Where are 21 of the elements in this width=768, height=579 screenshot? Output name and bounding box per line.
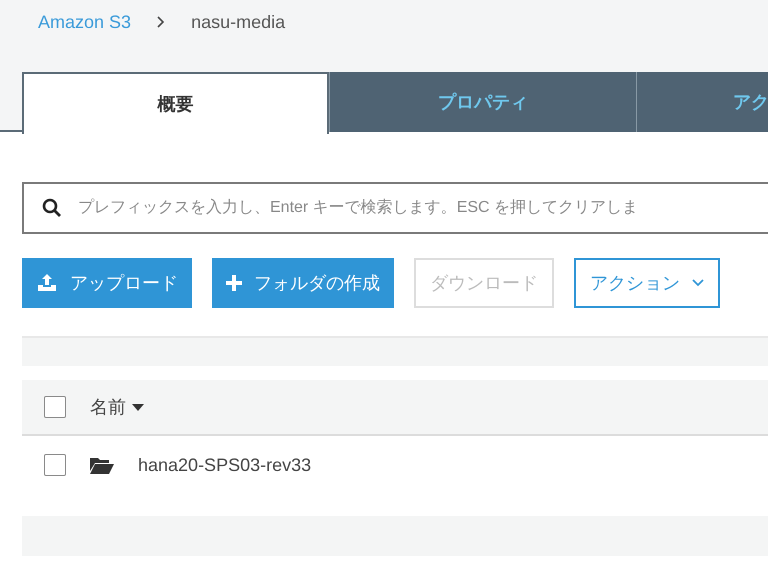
tab[interactable]: プロパティ xyxy=(329,72,636,132)
sort-column-header[interactable]: 名前 xyxy=(90,394,144,420)
plus-icon xyxy=(226,275,242,291)
action-button[interactable]: アップロード xyxy=(22,258,192,308)
action-button[interactable]: フォルダの作成 xyxy=(212,258,394,308)
chevron-down-icon xyxy=(692,279,704,287)
folder-icon xyxy=(90,456,114,474)
upload-icon xyxy=(36,273,58,293)
folder-name: hana20-SPS03-rev33 xyxy=(138,454,312,476)
search-field[interactable]: プレフィックスを入力し、Enter キーで検索します。ESC を押してクリアしま xyxy=(78,196,768,220)
breadcrumb-current: nasu-media xyxy=(191,10,286,34)
checkbox[interactable] xyxy=(44,454,66,476)
checkbox[interactable] xyxy=(44,396,66,418)
tab[interactable]: 概要 xyxy=(22,72,329,134)
chevron-icon xyxy=(157,16,166,28)
caret-down-icon xyxy=(132,404,144,410)
action-button[interactable]: アクション xyxy=(574,258,720,308)
breadcrumb-link[interactable]: Amazon S3 xyxy=(38,8,132,36)
search-icon xyxy=(42,198,62,218)
tab[interactable]: アク xyxy=(636,72,768,132)
search-bar[interactable]: プレフィックスを入力し、Enter キーで検索します。ESC を押してクリアしま xyxy=(22,182,768,234)
